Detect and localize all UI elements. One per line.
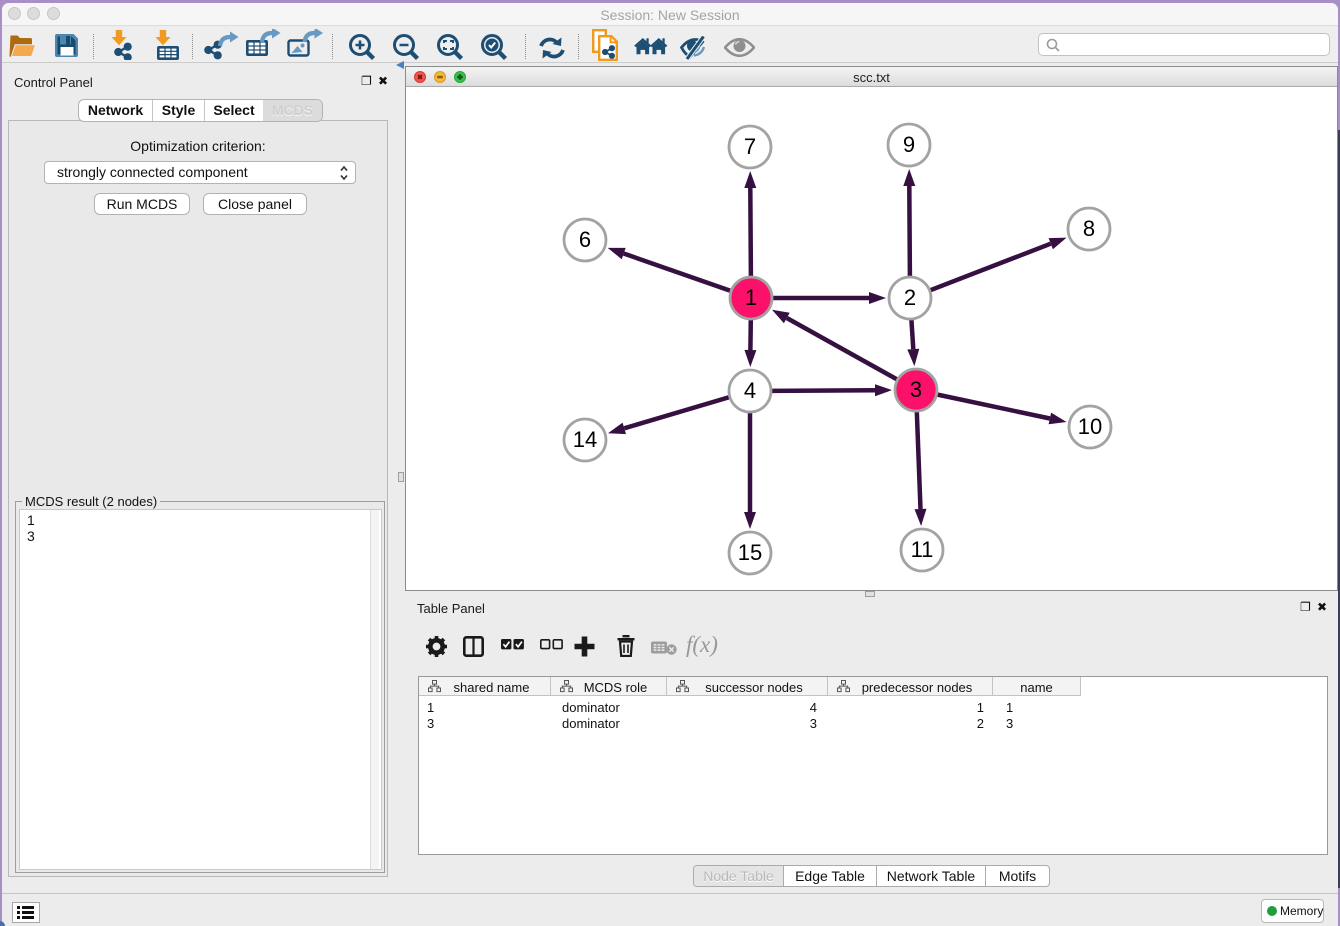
- svg-text:2: 2: [904, 285, 916, 310]
- svg-text:7: 7: [744, 134, 756, 159]
- svg-text:1: 1: [745, 285, 757, 310]
- svg-text:8: 8: [1083, 216, 1095, 241]
- svg-text:15: 15: [738, 540, 762, 565]
- svg-text:3: 3: [910, 377, 922, 402]
- svg-text:9: 9: [903, 132, 915, 157]
- svg-text:14: 14: [573, 427, 597, 452]
- svg-text:10: 10: [1078, 414, 1102, 439]
- svg-text:11: 11: [911, 537, 934, 562]
- svg-text:6: 6: [579, 227, 591, 252]
- svg-text:4: 4: [744, 378, 756, 403]
